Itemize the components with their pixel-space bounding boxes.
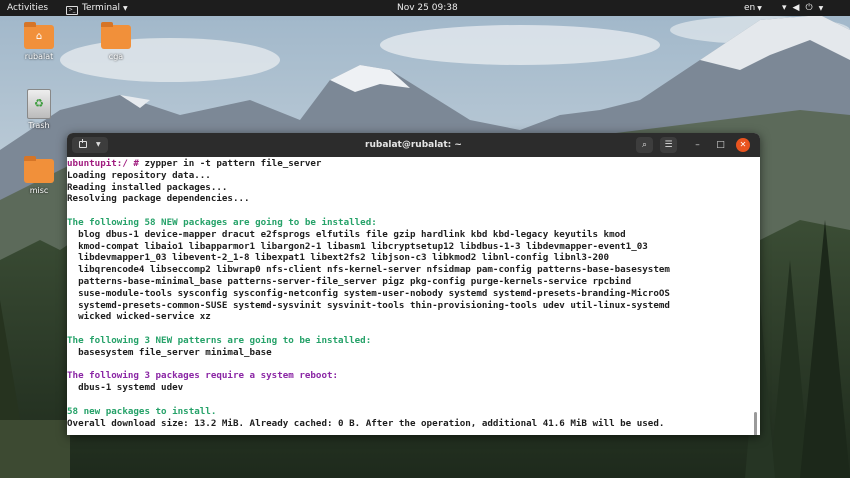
app-menu[interactable]: >_ Terminal ▼ bbox=[66, 0, 128, 17]
terminal-line: 58 new packages to install. bbox=[67, 405, 217, 417]
chevron-down-icon: ▼ bbox=[757, 5, 762, 12]
terminal-line: Loading repository data... bbox=[67, 169, 211, 181]
hamburger-menu-icon: ☰ bbox=[664, 140, 673, 150]
chevron-down-icon: ▼ bbox=[123, 5, 128, 12]
terminal-line: systemd-presets-common-SUSE systemd-sysv… bbox=[67, 299, 670, 311]
activities-button[interactable]: Activities bbox=[7, 0, 48, 16]
minimize-button[interactable]: – bbox=[689, 137, 706, 153]
output-lines: Loading repository data... Reading instal… bbox=[67, 170, 760, 430]
terminal-line: blog dbus-1 device-mapper dracut e2fspro… bbox=[67, 228, 626, 240]
desktop-icon-label: misc bbox=[29, 186, 49, 195]
terminal-line: libqrencode4 libseccomp2 libwrap0 nfs-cl… bbox=[67, 264, 670, 276]
language-label: en bbox=[744, 3, 756, 13]
terminal-window[interactable]: ▼ rubalat@rubalat: ~ ⌕ ☰ – □ ✕ ubuntupit… bbox=[67, 133, 760, 435]
scrollbar[interactable] bbox=[754, 412, 757, 435]
terminal-line: kmod-compat libaio1 libapparmor1 libargo… bbox=[67, 240, 648, 252]
command-text: zypper in -t pattern file_server bbox=[138, 158, 322, 169]
desktop-icon-label: rubalat bbox=[24, 52, 54, 61]
terminal-line: wicked wicked-service xz bbox=[67, 311, 211, 323]
terminal-line: libdevmapper1_03 libevent-2_1-8 libexpat… bbox=[67, 252, 610, 264]
top-bar: Activities >_ Terminal ▼ Nov 25 09:38 en ▼ … bbox=[0, 0, 850, 16]
folder-icon bbox=[24, 156, 54, 183]
system-menu[interactable]: ▾◀⏻▼ bbox=[782, 0, 829, 17]
home-folder-icon: ⌂ bbox=[24, 22, 54, 49]
terminal-line: The following 58 NEW packages are going … bbox=[67, 216, 377, 228]
terminal-app-icon: >_ bbox=[66, 6, 78, 15]
terminal-line: The following 3 packages require a syste… bbox=[67, 370, 339, 382]
terminal-line: suse-module-tools sysconfig sysconfig-ne… bbox=[67, 287, 670, 299]
terminal-text: ubuntupit:/ # zypper in -t pattern file_… bbox=[67, 157, 760, 429]
network-icon: ▾ bbox=[782, 3, 793, 13]
desktop-icon-rubalat[interactable]: ⌂ rubalat bbox=[17, 22, 61, 61]
volume-icon: ◀ bbox=[792, 3, 806, 13]
window-title: rubalat@rubalat: ~ bbox=[365, 140, 462, 150]
trash-icon: ♻ bbox=[27, 89, 51, 119]
shell-prompt: ubuntupit:/ # bbox=[67, 158, 139, 169]
power-icon: ⏻ bbox=[805, 3, 819, 13]
search-icon: ⌕ bbox=[641, 140, 648, 150]
terminal-line: dbus-1 systemd udev bbox=[67, 382, 184, 394]
close-icon: ✕ bbox=[739, 140, 747, 149]
close-button[interactable]: ✕ bbox=[736, 138, 750, 152]
terminal-line: The following 3 NEW patterns are going t… bbox=[67, 334, 372, 346]
folder-icon bbox=[101, 22, 131, 49]
desktop-icon-label: cga bbox=[108, 52, 124, 61]
menu-button[interactable]: ☰ bbox=[660, 137, 677, 153]
maximize-icon: □ bbox=[716, 140, 725, 150]
terminal-line: Resolving package dependencies... bbox=[67, 193, 250, 205]
terminal-line: patterns-base-minimal_base patterns-serv… bbox=[67, 275, 632, 287]
language-indicator[interactable]: en ▼ bbox=[744, 0, 762, 17]
chevron-down-icon: ▼ bbox=[818, 5, 830, 12]
app-menu-label: Terminal bbox=[82, 3, 121, 13]
terminal-line: Overall download size: 13.2 MiB. Already… bbox=[67, 417, 665, 429]
desktop-icon-cga[interactable]: cga bbox=[94, 22, 138, 61]
desktop-icon-misc[interactable]: misc bbox=[17, 156, 61, 195]
terminal-line: basesystem file_server minimal_base bbox=[67, 346, 272, 358]
desktop-icon-trash[interactable]: ♻ Trash bbox=[17, 89, 61, 130]
terminal-line: Reading installed packages... bbox=[67, 181, 228, 193]
terminal-output[interactable]: ubuntupit:/ # zypper in -t pattern file_… bbox=[67, 157, 760, 435]
maximize-button[interactable]: □ bbox=[712, 137, 729, 153]
window-titlebar[interactable]: ▼ rubalat@rubalat: ~ ⌕ ☰ – □ ✕ bbox=[67, 133, 760, 157]
search-button[interactable]: ⌕ bbox=[636, 137, 653, 153]
minimize-icon: – bbox=[695, 140, 700, 150]
clock[interactable]: Nov 25 09:38 bbox=[397, 0, 458, 16]
command-line: ubuntupit:/ # zypper in -t pattern file_… bbox=[67, 158, 760, 170]
desktop-icon-label: Trash bbox=[28, 121, 50, 130]
